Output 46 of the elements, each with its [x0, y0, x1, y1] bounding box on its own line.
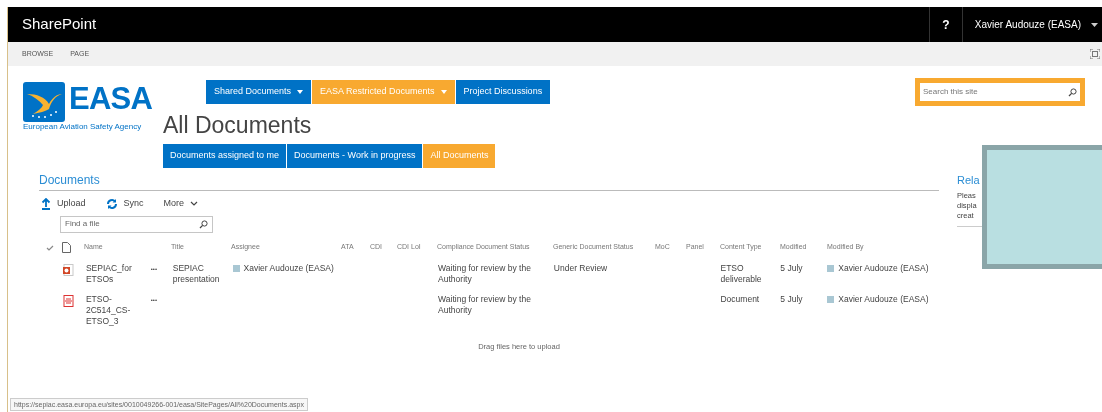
panel-heading: Rela	[957, 173, 980, 188]
nav-tab[interactable]: Project Discussions	[455, 80, 551, 104]
person-link[interactable]: Xavier Audouze (EASA)	[838, 262, 929, 274]
person-link[interactable]: Xavier Audouze (EASA)	[243, 262, 334, 274]
chevron-down-icon	[190, 201, 199, 207]
table-cell: Waiting for review by the Authority	[438, 262, 531, 284]
document-icon	[62, 242, 71, 253]
logo-tagline: European Aviation Safety Agency	[23, 122, 143, 131]
search-icon	[1068, 87, 1077, 97]
file-name-link[interactable]: SEPIAC_for ETSOs	[85, 262, 147, 285]
table-cell: 5 July	[780, 262, 803, 273]
person-link[interactable]: Xavier Audouze (EASA)	[838, 293, 929, 305]
upload-arrow-icon	[41, 197, 51, 210]
caret-icon	[1091, 22, 1098, 27]
logo-wordmark: EASA	[69, 82, 153, 116]
focus-icon[interactable]	[1090, 49, 1100, 59]
view-tab[interactable]: Documents - Work in progress	[287, 144, 423, 168]
sync-icon	[105, 197, 118, 210]
find-file-field[interactable]: Find a file	[60, 215, 213, 233]
more-command[interactable]: More	[163, 197, 199, 211]
table-cell: ETSO deliverable	[720, 262, 762, 284]
easa-logo[interactable]: EASA European Aviation Safety Agency	[23, 82, 163, 168]
bird-logo-icon	[23, 82, 65, 122]
table-cell: Under Review	[553, 262, 608, 273]
find-placeholder: Find a file	[65, 218, 101, 230]
presence-icon	[827, 295, 835, 303]
file-name-link[interactable]: ETSO-2C514_CS-ETSO_3	[85, 293, 147, 327]
nav-tab[interactable]: Shared Documents	[206, 80, 312, 104]
upload-command[interactable]: Upload	[41, 197, 86, 211]
checkmark-icon[interactable]	[46, 244, 55, 251]
search-box[interactable]: Search this site	[915, 78, 1085, 106]
brand-title: SharePoint	[22, 14, 97, 35]
section-heading[interactable]: Documents	[39, 172, 939, 188]
presence-icon	[827, 264, 835, 272]
pdf-file-icon	[62, 294, 74, 307]
view-tab[interactable]: Documents assigned to me	[163, 144, 287, 168]
slides-file-icon	[62, 263, 74, 276]
sync-command[interactable]: Sync	[105, 197, 144, 211]
presence-icon	[232, 264, 240, 272]
search-icon	[199, 219, 208, 229]
table-cell: SEPIAC presentation	[172, 262, 220, 284]
page-title: All Documents	[163, 111, 313, 140]
table-cell: Waiting for review by the Authority	[438, 293, 531, 315]
table-cell: Document	[720, 293, 760, 304]
table-cell: 5 July	[780, 293, 803, 304]
search-placeholder: Search this site	[923, 86, 979, 98]
